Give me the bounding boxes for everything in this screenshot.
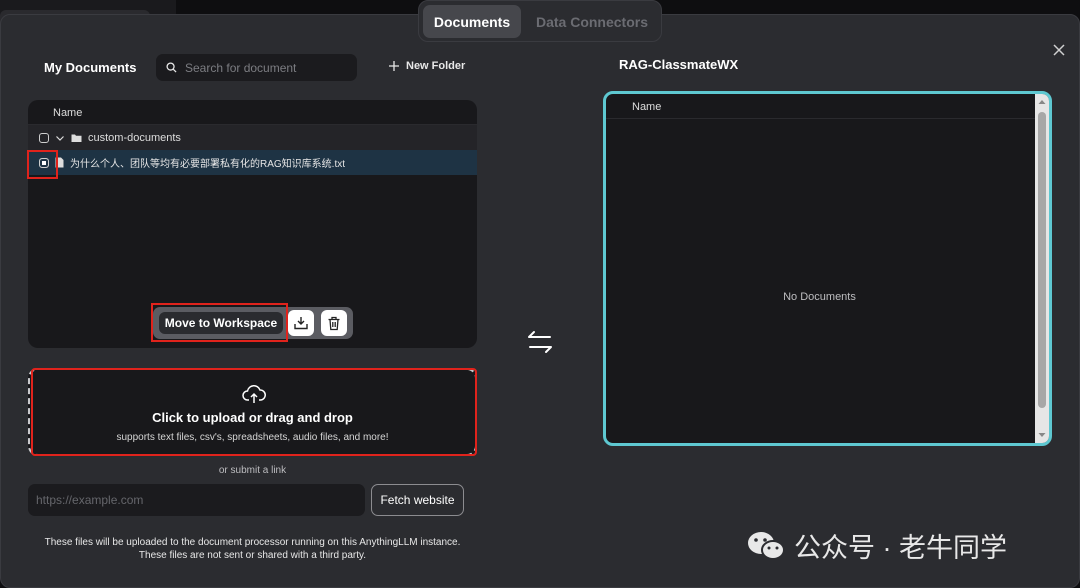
swap-arrows-icon xyxy=(528,331,552,353)
chevron-down-icon[interactable] xyxy=(55,133,65,143)
scroll-down-icon[interactable] xyxy=(1035,429,1049,441)
workspace-title: RAG-ClassmateWX xyxy=(619,57,739,72)
file-row[interactable]: 为什么个人、团队等均有必要部署私有化的RAG知识库系统.txt xyxy=(28,150,477,175)
search-input[interactable] xyxy=(185,60,345,75)
no-documents-text: No Documents xyxy=(783,291,856,303)
folder-checkbox[interactable] xyxy=(39,132,49,143)
download-button[interactable] xyxy=(288,310,314,336)
scrollbar[interactable] xyxy=(1035,94,1049,443)
workspace-column-header-name: Name xyxy=(606,94,1049,119)
workspace-documents-list: Name No Documents xyxy=(603,91,1052,446)
highlight-checkbox-annotation xyxy=(27,150,58,179)
trash-icon xyxy=(328,316,340,330)
search-box[interactable] xyxy=(156,54,357,81)
folder-row[interactable]: custom-documents xyxy=(28,125,477,150)
tab-documents[interactable]: Documents xyxy=(423,5,521,38)
link-input[interactable] xyxy=(36,493,336,507)
disclaimer-line-1: These files will be uploaded to the docu… xyxy=(44,537,461,548)
delete-button[interactable] xyxy=(321,310,347,336)
or-submit-link-label: or submit a link xyxy=(218,465,287,476)
disclaimer-line-2: These files are not sent or shared with … xyxy=(138,550,367,561)
fetch-website-button[interactable]: Fetch website xyxy=(371,484,464,516)
close-icon[interactable] xyxy=(1051,42,1067,58)
plus-icon xyxy=(389,61,399,71)
new-folder-button[interactable]: New Folder xyxy=(388,60,465,72)
scrollbar-thumb[interactable] xyxy=(1038,112,1046,408)
file-name: 为什么个人、团队等均有必要部署私有化的RAG知识库系统.txt xyxy=(70,159,346,170)
scroll-up-icon[interactable] xyxy=(1035,96,1049,108)
my-documents-title: My Documents xyxy=(44,60,137,75)
column-header-name: Name xyxy=(28,100,477,125)
folder-name: custom-documents xyxy=(88,131,181,144)
watermark: 公众号 · 老牛同学 xyxy=(746,526,1007,565)
highlight-upload-annotation xyxy=(31,368,477,456)
upload-disclaimer: These files will be uploaded to the docu… xyxy=(0,536,505,562)
tray-arrow-icon xyxy=(294,317,308,330)
new-folder-label: New Folder xyxy=(406,60,466,72)
wechat-icon xyxy=(748,531,785,560)
highlight-move-annotation xyxy=(151,303,288,342)
search-icon xyxy=(166,62,177,73)
tab-bar: Documents Data Connectors xyxy=(418,0,662,42)
tab-data-connectors[interactable]: Data Connectors xyxy=(525,5,659,38)
watermark-text: 公众号 · 老牛同学 xyxy=(794,533,1007,563)
folder-icon xyxy=(71,134,82,142)
link-field[interactable] xyxy=(28,484,365,516)
